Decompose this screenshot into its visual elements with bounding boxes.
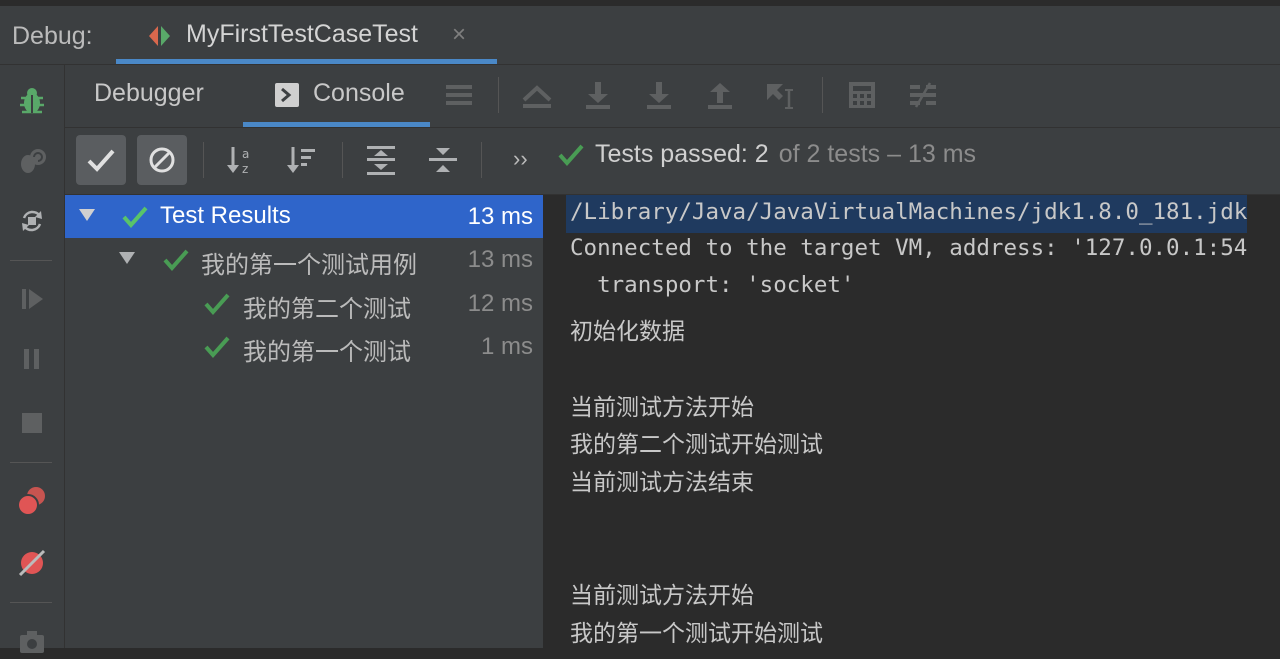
- console-line: Connected to the target VM, address: '12…: [570, 235, 1248, 261]
- pass-check-icon: [203, 292, 231, 316]
- tree-row-label: 我的第二个测试: [243, 296, 411, 323]
- debug-bug-icon[interactable]: [14, 83, 50, 119]
- console-line: 初始化数据: [570, 319, 685, 345]
- view-breakpoints-icon[interactable]: [14, 483, 50, 519]
- tree-row-time: 12 ms: [467, 290, 533, 317]
- pass-check-icon: [162, 248, 190, 272]
- pass-check-icon: [557, 143, 585, 167]
- test-results-tree: Test Results 13 ms 我的第一个测试用例 13 ms 我的第二个…: [65, 195, 544, 648]
- resume-icon[interactable]: [14, 281, 50, 317]
- console-line: 我的第二个测试开始测试: [570, 432, 823, 458]
- trace-icon[interactable]: [905, 77, 941, 113]
- active-tab-indicator: [116, 59, 497, 64]
- tab-label: MyFirstTestCaseTest: [186, 20, 418, 48]
- ignored-icon: [147, 145, 177, 175]
- debug-tool-window-header: Debug: MyFirstTestCaseTest ×: [0, 6, 1280, 65]
- console-line: 当前测试方法开始: [570, 395, 754, 421]
- tab-myfirsttestcasetest[interactable]: MyFirstTestCaseTest ×: [116, 6, 497, 64]
- tree-row-test[interactable]: 我的第二个测试 12 ms: [65, 282, 543, 325]
- tree-row-test[interactable]: 我的第一个测试 1 ms: [65, 325, 543, 368]
- pass-check-icon: [203, 335, 231, 359]
- toolbar-separator: [203, 142, 204, 178]
- checkmark-icon: [86, 147, 116, 173]
- mute-breakpoints-icon[interactable]: [14, 545, 50, 581]
- tree-row-label: 我的第一个测试用例: [201, 252, 417, 279]
- step-out-icon[interactable]: [702, 77, 738, 113]
- pause-icon[interactable]: [14, 341, 50, 377]
- show-execution-point-icon[interactable]: [519, 77, 555, 113]
- tree-row-suite[interactable]: 我的第一个测试用例 13 ms: [65, 238, 543, 281]
- tree-row-label: 我的第一个测试: [243, 339, 411, 366]
- pass-check-icon: [121, 205, 149, 229]
- layout-menu-icon[interactable]: [441, 77, 477, 113]
- sort-alphabetically-icon[interactable]: az: [217, 135, 267, 185]
- camera-icon[interactable]: [14, 623, 50, 659]
- debug-label: Debug:: [12, 22, 93, 50]
- run-config-icon: [146, 23, 174, 49]
- toolbar-separator: [10, 260, 52, 261]
- stop-icon[interactable]: [14, 405, 50, 441]
- toolbar-separator: [822, 77, 823, 113]
- run-to-cursor-icon[interactable]: [764, 77, 800, 113]
- console-output[interactable]: /Library/Java/JavaVirtualMachines/jdk1.8…: [544, 195, 1280, 648]
- console-line: /Library/Java/JavaVirtualMachines/jdk1.8…: [566, 195, 1248, 233]
- toolbar-separator: [10, 602, 52, 603]
- step-over-icon[interactable]: [580, 77, 616, 113]
- rerun-failed-icon[interactable]: [14, 143, 50, 179]
- tests-total-text: of 2 tests – 13 ms: [778, 140, 977, 168]
- expand-all-icon[interactable]: [356, 135, 406, 185]
- test-runner-toolbar: az ›› Tests passed: 2 of 2 tests – 13 ms: [65, 128, 1280, 195]
- console-line: 当前测试方法开始: [570, 583, 754, 609]
- tab-console[interactable]: Console: [313, 79, 405, 108]
- tree-row-label: Test Results: [160, 202, 291, 229]
- left-debug-toolbar: [0, 65, 65, 653]
- toolbar-separator: [10, 462, 52, 463]
- toolbar-separator: [481, 142, 482, 178]
- sort-by-duration-icon[interactable]: [277, 135, 327, 185]
- step-into-icon[interactable]: [641, 77, 677, 113]
- tree-row-test-results[interactable]: Test Results 13 ms: [65, 195, 543, 238]
- tests-passed-text: Tests passed: 2: [595, 140, 769, 168]
- console-line: transport: 'socket': [570, 272, 855, 298]
- svg-text:z: z: [242, 162, 248, 176]
- console-line: 我的第一个测试开始测试: [570, 621, 823, 647]
- console-line: 当前测试方法结束: [570, 470, 754, 496]
- debugger-toolbar: Debugger Console: [65, 65, 1280, 128]
- console-icon: [274, 82, 300, 108]
- close-icon[interactable]: ×: [452, 21, 466, 49]
- tree-row-time: 13 ms: [467, 246, 533, 273]
- tree-row-time: 13 ms: [467, 203, 533, 230]
- test-status: Tests passed: 2 of 2 tests – 13 ms: [557, 140, 976, 169]
- toolbar-separator: [498, 77, 499, 113]
- expand-triangle-icon[interactable]: [117, 248, 137, 268]
- collapse-all-icon[interactable]: [418, 135, 468, 185]
- show-ignored-button[interactable]: [137, 135, 187, 185]
- show-passed-button[interactable]: [76, 135, 126, 185]
- expand-triangle-icon[interactable]: [77, 205, 97, 225]
- svg-text:a: a: [242, 147, 249, 161]
- more-actions-button[interactable]: ››: [513, 146, 528, 172]
- restart-icon[interactable]: [14, 203, 50, 239]
- tree-row-time: 1 ms: [480, 333, 533, 360]
- toolbar-separator: [342, 142, 343, 178]
- active-subtab-indicator: [243, 122, 430, 127]
- tab-debugger[interactable]: Debugger: [94, 79, 204, 108]
- evaluate-expression-icon[interactable]: [844, 77, 880, 113]
